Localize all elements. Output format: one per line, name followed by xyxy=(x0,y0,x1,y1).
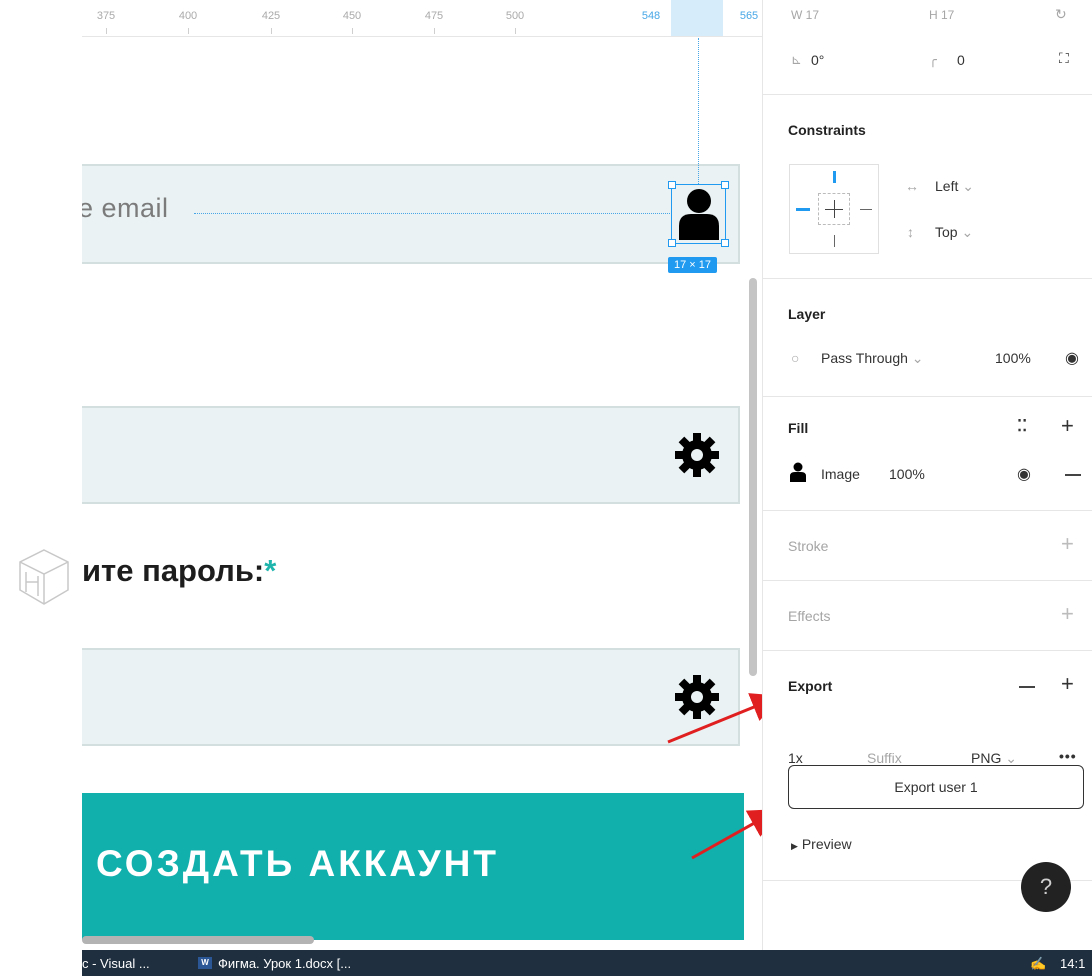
arrow-to-export-button xyxy=(691,809,762,860)
stroke-title: Stroke xyxy=(788,538,829,554)
layer-title: Layer xyxy=(788,306,826,322)
fill-section: Fill ⁚⁚ + Image 100% ◉ xyxy=(763,396,1092,511)
left-margin xyxy=(0,0,82,950)
chevron-down-icon: ⌄ xyxy=(961,224,974,240)
rotation-value[interactable]: 0° xyxy=(811,52,824,68)
windows-taskbar: c - Visual ... W Фигма. Урок 1.docx [...… xyxy=(82,950,1092,976)
layer-opacity[interactable]: 100% xyxy=(995,350,1031,366)
stroke-section: Stroke + xyxy=(763,510,1092,581)
taskbar-item-word[interactable]: Фигма. Урок 1.docx [... xyxy=(218,956,351,971)
chevron-down-icon: ⌄ xyxy=(911,350,924,366)
arrow-to-export xyxy=(667,693,762,744)
effects-title: Effects xyxy=(788,608,831,624)
transform-section: W 17 H 17 ↻ ⊾ 0° ╭ 0 ⛶ xyxy=(763,0,1092,95)
blend-mode-select[interactable]: Pass Through ⌄ xyxy=(821,350,924,367)
word-icon: W xyxy=(198,957,212,969)
fill-type[interactable]: Image xyxy=(821,466,860,482)
eye-icon[interactable]: ◉ xyxy=(1017,464,1031,484)
width-label: W 17 xyxy=(791,8,820,22)
rotation-icon: ⊾ xyxy=(791,52,802,67)
vertical-constraint-icon: ↕ xyxy=(907,224,914,240)
pen-icon[interactable]: ✍ xyxy=(1030,956,1046,972)
fill-title: Fill xyxy=(788,420,809,436)
remove-export-icon[interactable] xyxy=(1019,686,1035,688)
add-stroke-icon[interactable]: + xyxy=(1061,533,1074,555)
taskbar-clock: 14:1 xyxy=(1060,956,1086,971)
horizontal-constraint-select[interactable]: Left ⌄ xyxy=(935,178,974,195)
corner-radius-value[interactable]: 0 xyxy=(957,52,965,68)
effects-section: Effects + xyxy=(763,580,1092,651)
taskbar-item-vscode[interactable]: c - Visual ... xyxy=(82,956,150,971)
eye-icon[interactable]: ◉ xyxy=(1065,348,1079,368)
fill-opacity[interactable]: 100% xyxy=(889,466,925,482)
design-canvas[interactable]: 375 400 425 450 475 500 548 565 e email … xyxy=(82,0,762,950)
chevron-down-icon: ⌄ xyxy=(1005,750,1017,766)
export-suffix-input[interactable]: Suffix xyxy=(867,750,902,766)
preview-toggle[interactable]: ▶ Preview xyxy=(791,836,852,852)
add-fill-icon[interactable]: + xyxy=(1061,415,1074,437)
add-export-icon[interactable]: + xyxy=(1061,673,1074,695)
watermark-logo xyxy=(19,549,69,605)
style-grid-icon[interactable]: ⁚⁚ xyxy=(1017,416,1027,436)
triangle-right-icon: ▶ xyxy=(791,841,798,851)
export-title: Export xyxy=(788,678,833,694)
export-scale[interactable]: 1x xyxy=(788,750,803,766)
horizontal-constraint-icon: ↔ xyxy=(905,178,919,194)
chevron-down-icon: ⌄ xyxy=(962,178,974,194)
corner-radius-icon: ╭ xyxy=(929,52,937,67)
export-more-options[interactable]: ••• xyxy=(1059,748,1077,764)
height-label: H 17 xyxy=(929,8,955,22)
add-effect-icon[interactable]: + xyxy=(1061,603,1074,625)
remove-fill-icon[interactable] xyxy=(1065,474,1081,476)
blend-mode-icon: ○ xyxy=(791,350,800,366)
vertical-constraint-select[interactable]: Top ⌄ xyxy=(935,224,973,241)
independent-corners-icon[interactable]: ⛶ xyxy=(1059,50,1069,67)
constrain-proportions-icon[interactable]: ↻ xyxy=(1055,6,1067,23)
layer-section: Layer ○ Pass Through ⌄ 100% ◉ xyxy=(763,278,1092,397)
export-button[interactable]: Export user 1 xyxy=(788,765,1084,809)
help-button[interactable]: ? xyxy=(1021,862,1071,912)
constraints-widget[interactable] xyxy=(789,164,879,254)
constraints-title: Constraints xyxy=(788,122,866,138)
annotation-arrows xyxy=(667,693,762,860)
user-icon xyxy=(790,462,806,482)
properties-panel: W 17 H 17 ↻ ⊾ 0° ╭ 0 ⛶ Constraints ↔ Lef… xyxy=(762,0,1092,950)
